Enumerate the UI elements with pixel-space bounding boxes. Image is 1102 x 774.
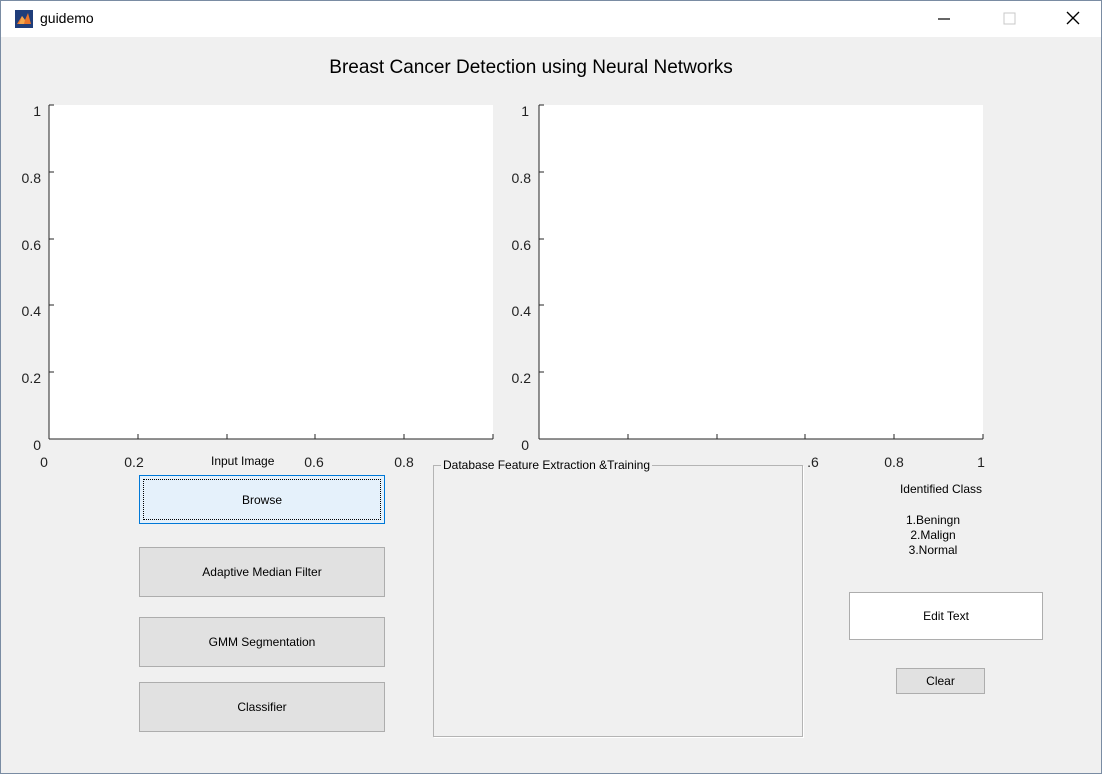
input-image-axes: 1 0.8 0.6 0.4 0.2 0 0 0.2 0.6 0.8	[1, 1, 521, 481]
y-tick-label: 0.2	[22, 370, 42, 386]
input-image-label: Input Image	[209, 454, 277, 468]
classifier-label: Classifier	[237, 700, 287, 714]
y-tick-label: 0	[521, 437, 529, 453]
axes-plot-area	[49, 105, 493, 439]
adaptive-median-filter-label: Adaptive Median Filter	[202, 565, 322, 579]
x-tick-label: 1	[977, 454, 985, 470]
browse-button[interactable]: Browse	[139, 475, 385, 524]
classifier-button[interactable]: Classifier	[139, 682, 385, 732]
output-axes: 1 0.8 0.6 0.4 0.2 0 .6 0.8 1	[491, 1, 1011, 481]
edit-text-value: Edit Text	[923, 609, 969, 623]
axes-plot-area	[539, 105, 983, 439]
gmm-segmentation-button[interactable]: GMM Segmentation	[139, 617, 385, 667]
focus-ring	[143, 479, 381, 520]
clear-button-label: Clear	[926, 674, 955, 688]
class-option-normal: 3.Normal	[908, 543, 958, 557]
result-edit-text[interactable]: Edit Text	[849, 592, 1043, 640]
y-tick-label: 1	[33, 103, 41, 119]
y-tick-label: 0.2	[512, 370, 532, 386]
close-button[interactable]	[1051, 1, 1097, 37]
y-tick-label: 0.4	[22, 303, 42, 319]
y-tick-label: 0.6	[22, 237, 42, 253]
y-tick-label: 0.6	[512, 237, 532, 253]
x-tick-label: 0.8	[394, 454, 414, 470]
y-tick-label: 1	[521, 103, 529, 119]
class-option-malign: 2.Malign	[910, 528, 956, 542]
clear-button[interactable]: Clear	[896, 668, 985, 694]
guidemo-window: guidemo Breast Cancer Detection using Ne…	[0, 0, 1102, 774]
y-tick-label: 0.8	[512, 170, 532, 186]
identified-class-label: Identified Class	[899, 482, 983, 496]
database-feature-panel	[433, 465, 803, 737]
close-icon	[1066, 11, 1080, 25]
gmm-segmentation-label: GMM Segmentation	[208, 635, 316, 649]
class-option-beningn: 1.Beningn	[905, 513, 961, 527]
y-tick-label: 0	[33, 437, 41, 453]
y-tick-label: 0.8	[22, 170, 42, 186]
x-tick-label: 0.2	[124, 454, 144, 470]
x-tick-label: .6	[807, 454, 819, 470]
panel-title: Database Feature Extraction &Training	[441, 458, 652, 472]
x-tick-label: 0.8	[884, 454, 904, 470]
y-tick-label: 0.4	[512, 303, 532, 319]
x-tick-label: 0	[40, 454, 48, 470]
x-tick-label: 0.6	[304, 454, 324, 470]
adaptive-median-filter-button[interactable]: Adaptive Median Filter	[139, 547, 385, 597]
